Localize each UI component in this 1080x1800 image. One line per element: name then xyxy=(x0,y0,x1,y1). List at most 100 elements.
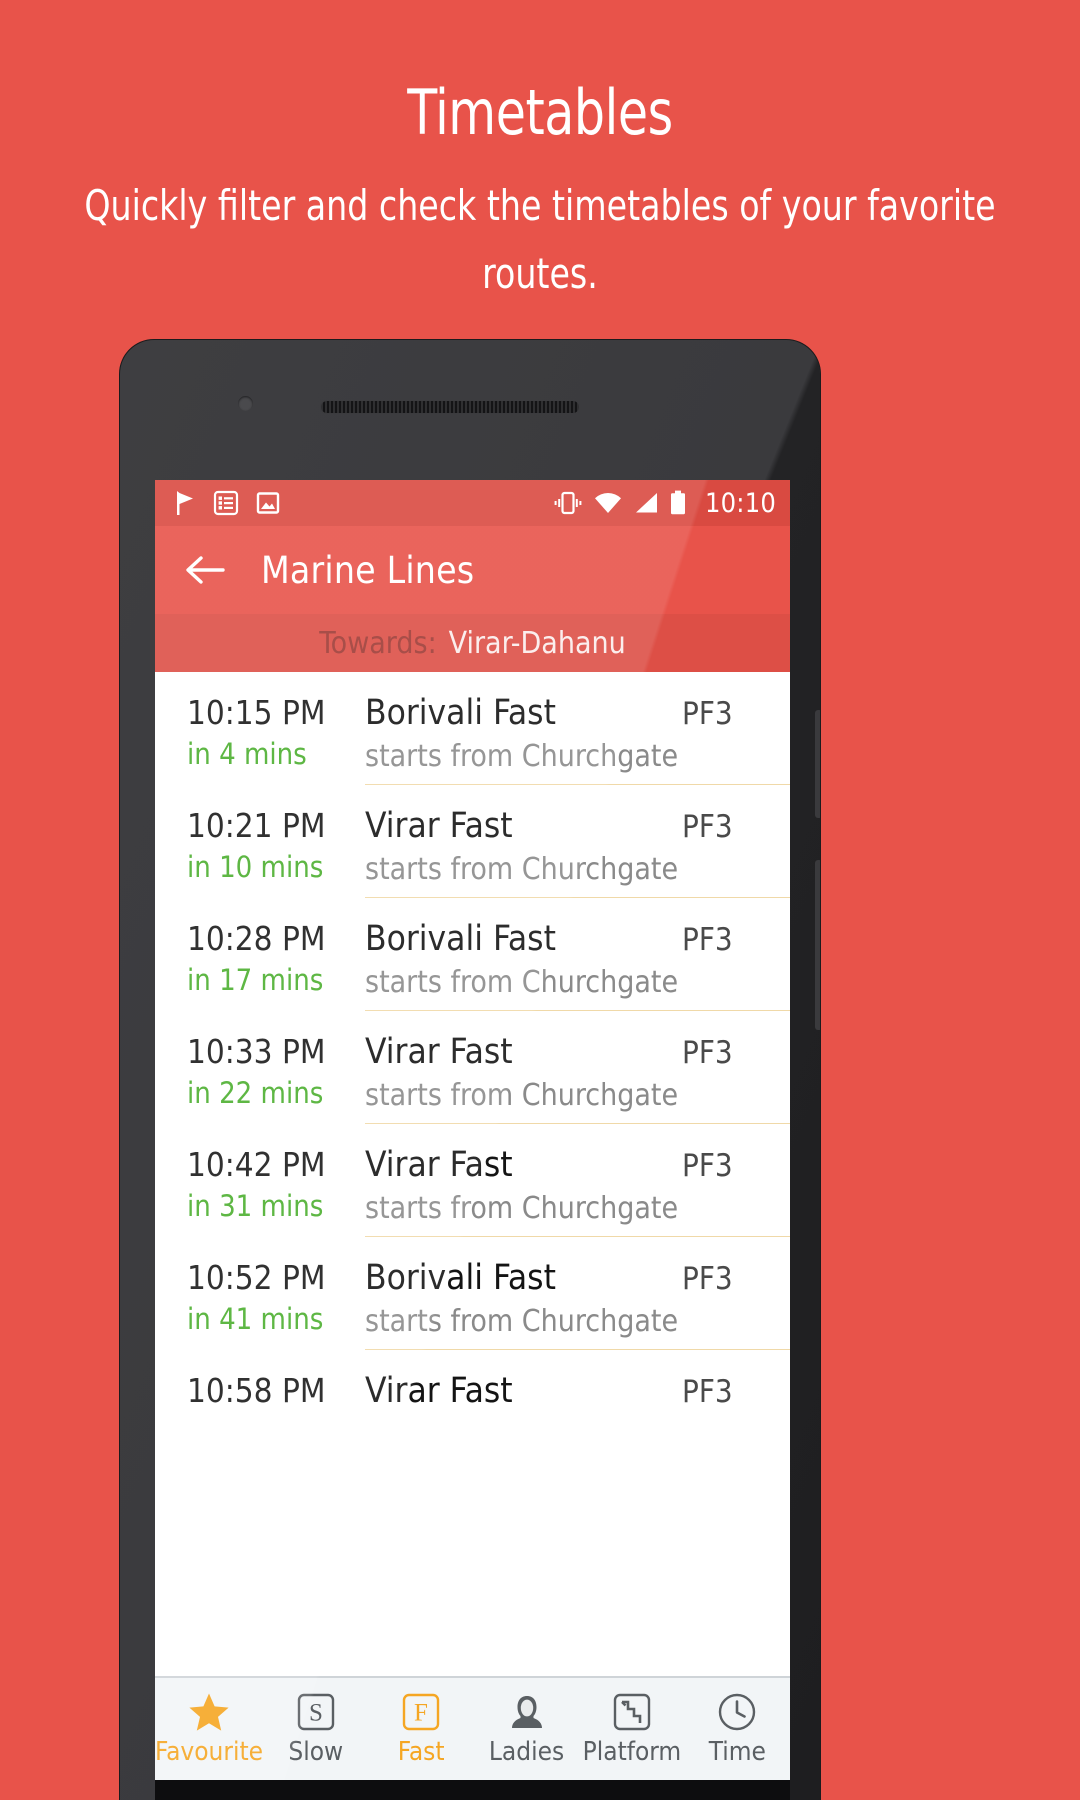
table-row[interactable]: 10:28 PM in 17 mins Borivali Fast starts… xyxy=(155,898,790,1011)
row-time-block: 10:15 PM in 4 mins xyxy=(155,692,365,774)
row-train-block: Virar Fast starts from Churchgate xyxy=(365,805,682,891)
nav-label-ladies: Ladies xyxy=(488,1736,565,1767)
row-train-block: Borivali Fast starts from Churchgate xyxy=(365,692,682,778)
row-time-block: 10:21 PM in 10 mins xyxy=(155,805,365,887)
platform-badge: PF3 xyxy=(682,809,733,845)
nav-label-fast: Fast xyxy=(397,1736,445,1767)
train-name: Virar Fast xyxy=(365,806,513,846)
nav-label-slow: Slow xyxy=(288,1736,344,1767)
departure-time: 10:15 PM xyxy=(187,693,326,732)
svg-text:F: F xyxy=(414,1699,428,1726)
train-name: Virar Fast xyxy=(365,1371,513,1411)
status-bar-right-icons: 10:10 xyxy=(553,488,776,519)
app-bar-title: Marine Lines xyxy=(261,548,475,592)
table-row[interactable]: 10:58 PM Virar Fast PF3 xyxy=(155,1350,790,1412)
table-row[interactable]: 10:15 PM in 4 mins Borivali Fast starts … xyxy=(155,672,790,785)
star-icon xyxy=(188,1692,230,1732)
nav-item-platform[interactable]: Platform xyxy=(579,1692,684,1767)
table-row[interactable]: 10:42 PM in 31 mins Virar Fast starts fr… xyxy=(155,1124,790,1237)
row-time-block: 10:33 PM in 22 mins xyxy=(155,1031,365,1113)
train-name: Virar Fast xyxy=(365,1032,513,1072)
timetable-list[interactable]: 10:15 PM in 4 mins Borivali Fast starts … xyxy=(155,672,790,1412)
status-bar: 10:10 xyxy=(155,480,790,526)
phone-power-button xyxy=(815,710,820,818)
image-icon xyxy=(256,492,280,514)
countdown-text: in 31 mins xyxy=(187,1189,324,1224)
row-time-block: 10:28 PM in 17 mins xyxy=(155,918,365,1000)
platform-badge: PF3 xyxy=(682,1035,733,1071)
train-origin: starts from Churchgate xyxy=(365,739,679,774)
train-origin: starts from Churchgate xyxy=(365,1191,679,1226)
platform-badge: PF3 xyxy=(682,922,733,958)
phone-volume-button xyxy=(815,860,820,1030)
status-bar-left-icons xyxy=(173,490,281,516)
nav-item-time[interactable]: Time xyxy=(685,1692,790,1767)
train-origin: starts from Churchgate xyxy=(365,852,679,887)
train-name: Virar Fast xyxy=(365,1145,513,1185)
row-time-block: 10:58 PM xyxy=(155,1370,365,1411)
train-name: Borivali Fast xyxy=(365,693,556,733)
promo-screenshot-page: Timetables Quickly filter and check the … xyxy=(0,0,1080,1800)
departure-time: 10:21 PM xyxy=(187,806,326,845)
platform-icon xyxy=(612,1692,652,1732)
earpiece-speaker xyxy=(320,400,580,414)
departure-time: 10:28 PM xyxy=(187,919,326,958)
departure-time: 10:42 PM xyxy=(187,1145,326,1184)
row-train-block: Borivali Fast starts from Churchgate xyxy=(365,918,682,1004)
slow-s-icon: S xyxy=(296,1692,336,1732)
countdown-text: in 17 mins xyxy=(187,963,324,998)
row-train-block: Virar Fast xyxy=(365,1370,682,1412)
list-card-icon xyxy=(213,490,239,516)
train-name: Borivali Fast xyxy=(365,919,556,959)
fast-f-icon: F xyxy=(401,1692,441,1732)
countdown-text: in 41 mins xyxy=(187,1302,324,1337)
phone-top-bezel xyxy=(120,340,820,480)
nav-item-fast[interactable]: F Fast xyxy=(368,1692,473,1767)
table-row[interactable]: 10:21 PM in 10 mins Virar Fast starts fr… xyxy=(155,785,790,898)
flag-icon xyxy=(177,491,193,515)
towards-value: Virar-Dahanu xyxy=(448,625,626,661)
page-title: Timetables xyxy=(407,76,673,149)
back-arrow-icon[interactable] xyxy=(183,548,227,592)
row-train-block: Virar Fast starts from Churchgate xyxy=(365,1144,682,1230)
phone-screen: 10:10 Marine Lines Towards: Virar-Dahanu xyxy=(155,480,790,1780)
train-name: Borivali Fast xyxy=(365,1258,556,1298)
platform-badge: PF3 xyxy=(682,1261,733,1297)
wifi-icon xyxy=(595,493,621,513)
table-row[interactable]: 10:52 PM in 41 mins Borivali Fast starts… xyxy=(155,1237,790,1350)
countdown-text: in 10 mins xyxy=(187,850,324,885)
battery-icon xyxy=(671,490,685,515)
departure-time: 10:33 PM xyxy=(187,1032,326,1071)
departure-time: 10:52 PM xyxy=(187,1258,326,1297)
train-origin: starts from Churchgate xyxy=(365,1078,679,1113)
vibrate-icon xyxy=(554,491,582,515)
row-time-block: 10:42 PM in 31 mins xyxy=(155,1144,365,1226)
signal-icon xyxy=(636,493,657,513)
app-bar: Marine Lines xyxy=(155,526,790,614)
row-train-block: Virar Fast starts from Churchgate xyxy=(365,1031,682,1117)
towards-strip[interactable]: Towards: Virar-Dahanu xyxy=(155,614,790,672)
platform-badge: PF3 xyxy=(682,1374,733,1410)
nav-label-platform: Platform xyxy=(582,1736,682,1767)
nav-item-favourite[interactable]: Favourite xyxy=(155,1692,263,1767)
svg-text:S: S xyxy=(309,1699,323,1726)
phone-mockup: 10:10 Marine Lines Towards: Virar-Dahanu xyxy=(120,340,820,1800)
nav-item-ladies[interactable]: Ladies xyxy=(474,1692,579,1767)
front-camera-icon xyxy=(238,396,253,411)
table-row[interactable]: 10:33 PM in 22 mins Virar Fast starts fr… xyxy=(155,1011,790,1124)
countdown-text: in 4 mins xyxy=(187,737,307,772)
row-time-block: 10:52 PM in 41 mins xyxy=(155,1257,365,1339)
row-train-block: Borivali Fast starts from Churchgate xyxy=(365,1257,682,1343)
nav-item-slow[interactable]: S Slow xyxy=(263,1692,368,1767)
train-origin: starts from Churchgate xyxy=(365,1304,679,1339)
train-origin: starts from Churchgate xyxy=(365,965,679,1000)
promo-subtitle: Quickly filter and check the timetables … xyxy=(84,181,996,299)
platform-badge: PF3 xyxy=(682,696,733,732)
phone-bottom-chin xyxy=(155,1780,790,1800)
nav-label-time: Time xyxy=(708,1736,766,1767)
promo-header: Timetables Quickly filter and check the … xyxy=(0,0,1080,308)
departure-time: 10:58 PM xyxy=(187,1371,326,1410)
ladies-icon xyxy=(507,1692,547,1732)
towards-label: Towards: xyxy=(319,625,437,661)
status-bar-clock: 10:10 xyxy=(705,487,776,519)
